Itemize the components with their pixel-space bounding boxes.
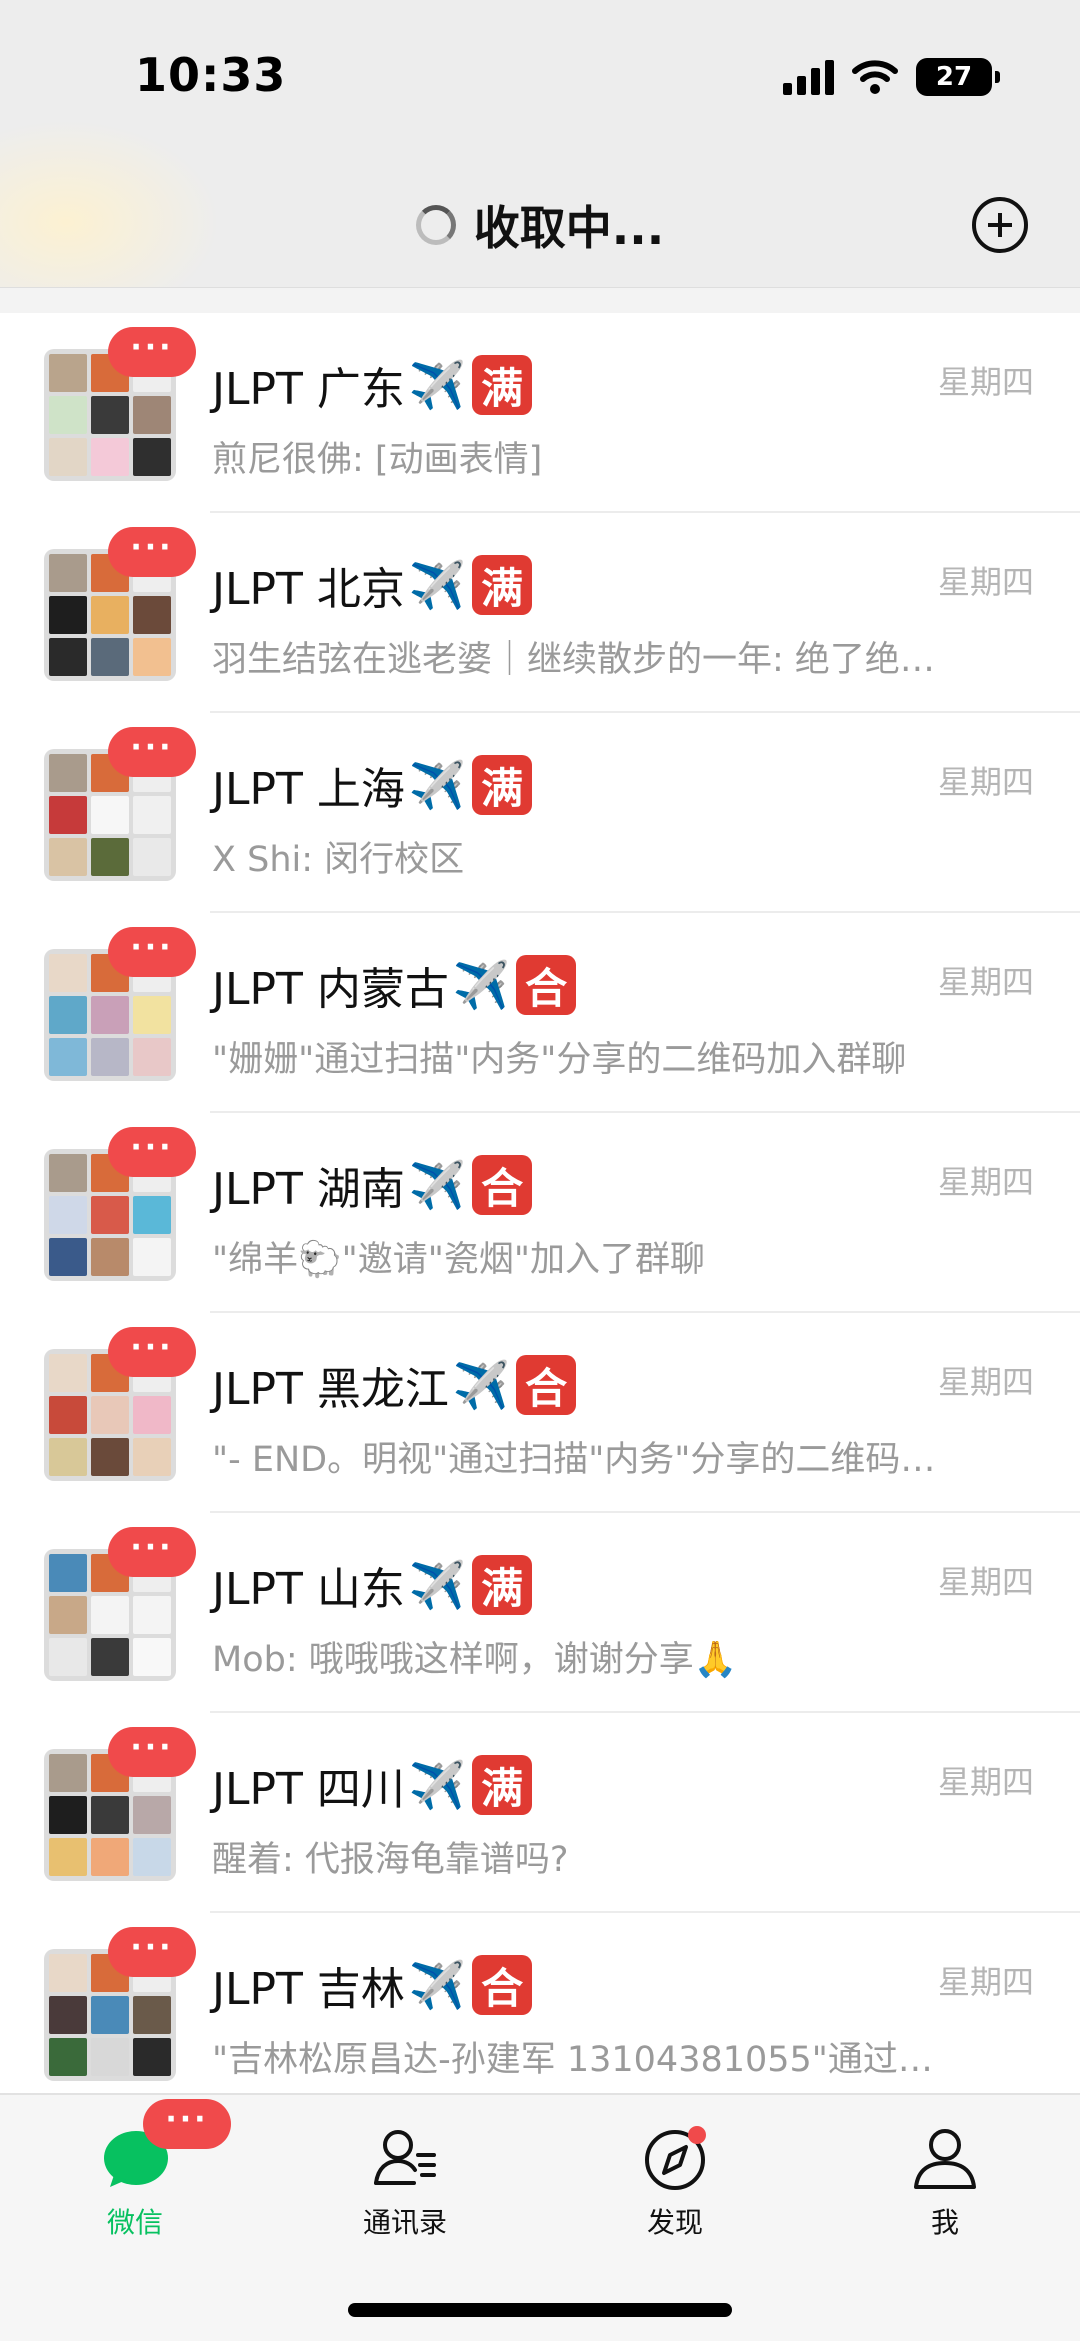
airplane-icon: ✈️ bbox=[408, 1957, 467, 2012]
chat-row[interactable]: ··· JLPT 北京 ✈️ 满 星期四 羽生结弦在逃老婆｜继续散步的一年: 绝… bbox=[0, 513, 1080, 713]
chat-name: JLPT 内蒙古 ✈️ 合 bbox=[212, 953, 577, 1017]
unread-badge: ··· bbox=[108, 1527, 196, 1577]
status-time: 10:33 bbox=[135, 48, 287, 102]
cellular-signal-icon bbox=[783, 59, 834, 95]
chat-name-text: JLPT 吉林 bbox=[212, 1964, 405, 2015]
chat-time: 星期四 bbox=[937, 1563, 1034, 1601]
airplane-icon: ✈️ bbox=[452, 1357, 511, 1412]
chat-name-text: JLPT 上海 bbox=[212, 764, 405, 815]
chat-name: JLPT 上海 ✈️ 满 bbox=[212, 753, 533, 817]
person-icon bbox=[914, 2129, 976, 2189]
airplane-icon: ✈️ bbox=[408, 757, 467, 812]
home-indicator[interactable] bbox=[348, 2303, 732, 2317]
tab-contacts[interactable]: 通讯录 bbox=[325, 2123, 485, 2241]
chat-preview: "- END。明视"通过扫描"内务"分享的二维码… bbox=[212, 1440, 936, 1480]
chat-preview: 羽生结弦在逃老婆｜继续散步的一年: 绝了绝… bbox=[212, 640, 935, 680]
chat-preview: "绵羊🐑"邀请"瓷烟"加入了群聊 bbox=[212, 1240, 705, 1280]
title-text: 收取中... bbox=[473, 201, 665, 255]
chat-name: JLPT 山东 ✈️ 满 bbox=[212, 1553, 533, 1617]
unread-badge: ··· bbox=[108, 1127, 196, 1177]
full-tag: 满 bbox=[472, 1555, 533, 1615]
chat-list: ··· JLPT 广东 ✈️ 满 星期四 煎尼很佛: [动画表情] ··· JL… bbox=[0, 313, 1080, 2113]
unread-badge: ··· bbox=[108, 927, 196, 977]
full-tag: 满 bbox=[472, 1755, 533, 1815]
unread-badge: ··· bbox=[108, 527, 196, 577]
chat-name-text: JLPT 山东 bbox=[212, 1564, 405, 1615]
chat-name: JLPT 湖南 ✈️ 合 bbox=[212, 1153, 533, 1217]
chat-row[interactable]: ··· JLPT 广东 ✈️ 满 星期四 煎尼很佛: [动画表情] bbox=[0, 313, 1080, 513]
unread-badge: ··· bbox=[108, 1327, 196, 1377]
chat-name-text: JLPT 内蒙古 bbox=[212, 964, 449, 1015]
airplane-icon: ✈️ bbox=[408, 1557, 467, 1612]
page-title: 收取中... bbox=[0, 192, 1080, 258]
unread-badge: ··· bbox=[108, 1727, 196, 1777]
tab-me[interactable]: 我 bbox=[865, 2123, 1025, 2241]
join-tag: 合 bbox=[472, 1155, 533, 1215]
chat-name-text: JLPT 湖南 bbox=[212, 1164, 405, 1215]
chat-time: 星期四 bbox=[937, 763, 1034, 801]
full-tag: 满 bbox=[472, 555, 533, 615]
chat-name: JLPT 四川 ✈️ 满 bbox=[212, 1753, 533, 1817]
chat-name-text: JLPT 北京 bbox=[212, 564, 405, 615]
chat-time: 星期四 bbox=[937, 363, 1034, 401]
full-tag: 满 bbox=[472, 355, 533, 415]
battery-icon: 27 bbox=[916, 58, 1000, 96]
airplane-icon: ✈️ bbox=[452, 957, 511, 1012]
chat-name: JLPT 吉林 ✈️ 合 bbox=[212, 1953, 533, 2017]
header-separator bbox=[0, 287, 1080, 313]
tab-discover[interactable]: 发现 bbox=[595, 2123, 755, 2241]
compass-icon bbox=[645, 2126, 706, 2190]
airplane-icon: ✈️ bbox=[408, 1757, 467, 1812]
contacts-icon bbox=[374, 2130, 436, 2185]
chat-time: 星期四 bbox=[937, 1363, 1034, 1401]
unread-badge: ··· bbox=[143, 2099, 231, 2149]
tab-label: 微信 bbox=[106, 2206, 163, 2239]
chat-preview: Mob: 哦哦哦这样啊，谢谢分享🙏 bbox=[212, 1640, 738, 1680]
chat-row[interactable]: ··· JLPT 四川 ✈️ 满 星期四 醒着: 代报海龟靠谱吗? bbox=[0, 1713, 1080, 1913]
tab-label: 发现 bbox=[646, 2206, 703, 2239]
chat-time: 星期四 bbox=[937, 1163, 1034, 1201]
join-tag: 合 bbox=[516, 955, 577, 1015]
chat-name-text: JLPT 黑龙江 bbox=[212, 1364, 449, 1415]
nav-header: 10:33 27 收取中... bbox=[0, 0, 1080, 290]
airplane-icon: ✈️ bbox=[408, 357, 467, 412]
chat-row[interactable]: ··· JLPT 山东 ✈️ 满 星期四 Mob: 哦哦哦这样啊，谢谢分享🙏 bbox=[0, 1513, 1080, 1713]
chat-row[interactable]: ··· JLPT 吉林 ✈️ 合 星期四 "吉林松原昌达-孙建军 1310438… bbox=[0, 1913, 1080, 2113]
tab-label: 通讯录 bbox=[362, 2206, 447, 2239]
chat-row[interactable]: ··· JLPT 湖南 ✈️ 合 星期四 "绵羊🐑"邀请"瓷烟"加入了群聊 bbox=[0, 1113, 1080, 1313]
chat-name-text: JLPT 广东 bbox=[212, 364, 405, 415]
chat-time: 星期四 bbox=[937, 563, 1034, 601]
chat-preview: 醒着: 代报海龟靠谱吗? bbox=[212, 1840, 569, 1880]
chat-preview: "吉林松原昌达-孙建军 13104381055"通过… bbox=[212, 2040, 933, 2080]
chat-time: 星期四 bbox=[937, 963, 1034, 1001]
airplane-icon: ✈️ bbox=[408, 557, 467, 612]
chat-preview: "姗姗"通过扫描"内务"分享的二维码加入群聊 bbox=[212, 1040, 907, 1080]
loading-spinner-icon bbox=[415, 205, 456, 245]
chat-preview: X Shi: 闵行校区 bbox=[212, 840, 465, 880]
chat-name: JLPT 黑龙江 ✈️ 合 bbox=[212, 1353, 577, 1417]
join-tag: 合 bbox=[516, 1355, 577, 1415]
chat-row[interactable]: ··· JLPT 黑龙江 ✈️ 合 星期四 "- END。明视"通过扫描"内务"… bbox=[0, 1313, 1080, 1513]
full-tag: 满 bbox=[472, 755, 533, 815]
chat-row[interactable]: ··· JLPT 上海 ✈️ 满 星期四 X Shi: 闵行校区 bbox=[0, 713, 1080, 913]
unread-badge: ··· bbox=[108, 727, 196, 777]
unread-badge: ··· bbox=[108, 327, 196, 377]
airplane-icon: ✈️ bbox=[408, 1157, 467, 1212]
add-plus-button[interactable] bbox=[972, 197, 1028, 253]
wifi-icon bbox=[852, 60, 898, 94]
status-icons: 27 bbox=[783, 58, 1000, 96]
chat-name: JLPT 北京 ✈️ 满 bbox=[212, 553, 533, 617]
unread-badge: ··· bbox=[108, 1927, 196, 1977]
chat-row[interactable]: ··· JLPT 内蒙古 ✈️ 合 星期四 "姗姗"通过扫描"内务"分享的二维码… bbox=[0, 913, 1080, 1113]
chat-time: 星期四 bbox=[937, 1763, 1034, 1801]
join-tag: 合 bbox=[472, 1955, 533, 2015]
chat-preview: 煎尼很佛: [动画表情] bbox=[212, 440, 543, 480]
chat-name: JLPT 广东 ✈️ 满 bbox=[212, 353, 533, 417]
chat-time: 星期四 bbox=[937, 1963, 1034, 2001]
tab-label: 我 bbox=[930, 2206, 959, 2239]
chat-name-text: JLPT 四川 bbox=[212, 1764, 405, 1815]
